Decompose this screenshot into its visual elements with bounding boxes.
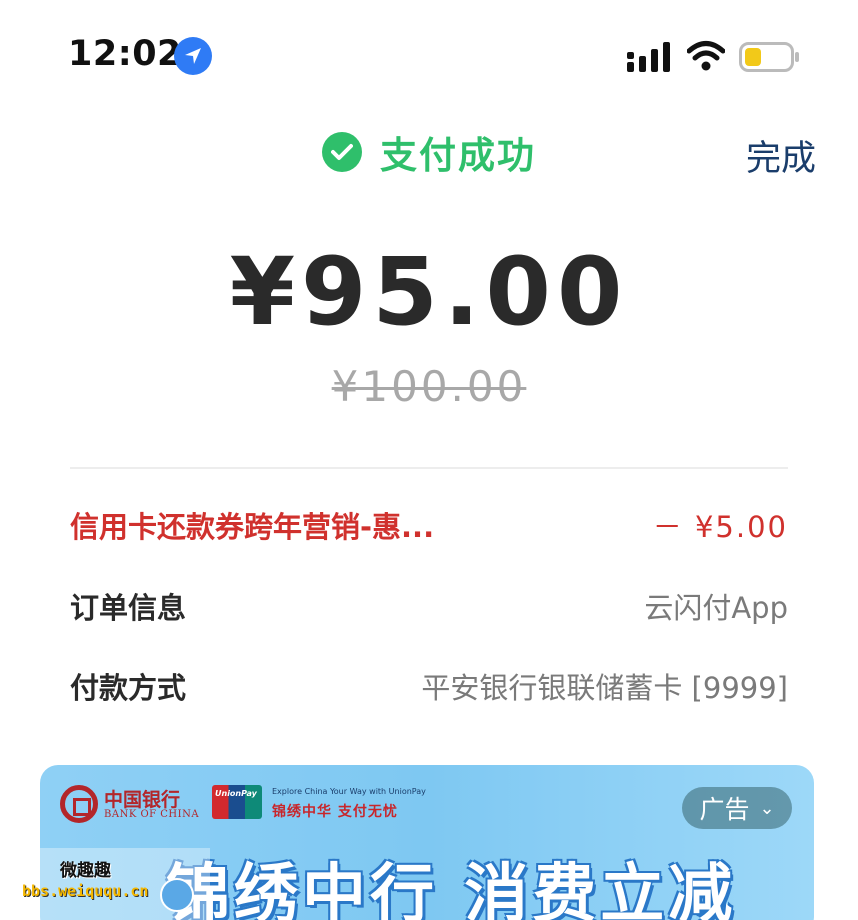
order-info-label: 订单信息 xyxy=(70,591,187,625)
battery-icon xyxy=(739,42,799,72)
ad-headline: 锦绣中行 消费立减 xyxy=(166,858,737,920)
payment-amount: ¥95.00 xyxy=(229,238,629,347)
bank-name: 中国银行 xyxy=(104,789,181,811)
promo-discount-value: － ¥5.00 xyxy=(652,510,788,544)
check-circle-icon xyxy=(322,132,362,172)
watermark-name: 微趣趣 xyxy=(60,861,111,881)
mascot-icon xyxy=(160,878,194,912)
chevron-down-icon: ⌄ xyxy=(759,797,775,819)
promo-row[interactable]: 信用卡还款券跨年营销-惠... － ¥5.00 xyxy=(70,503,788,547)
done-button[interactable]: 完成 xyxy=(746,130,816,181)
ad-tagline-cn: 锦绣中华 支付无忧 xyxy=(272,804,398,820)
bank-name-en: BANK OF CHINA xyxy=(104,809,200,820)
watermark-url: bbs.weiququ.cn xyxy=(22,882,149,900)
original-amount: ¥100.00 xyxy=(0,362,858,411)
location-arrow-icon xyxy=(174,37,212,75)
original-amount-text: ¥100.00 xyxy=(331,362,527,411)
unionpay-logo-icon: UnionPay xyxy=(212,785,262,819)
watermark: 微趣趣 bbs.weiququ.cn xyxy=(0,848,210,920)
ad-tagline-en: Explore China Your Way with UnionPay xyxy=(272,787,426,796)
payment-method-label: 付款方式 xyxy=(70,671,187,705)
payment-status: 支付成功 xyxy=(322,130,536,177)
payment-method-value: 平安银行银联储蓄卡 [9999] xyxy=(421,671,788,705)
wifi-icon xyxy=(687,41,725,71)
divider xyxy=(70,467,788,469)
order-info-row[interactable]: 订单信息 云闪付App xyxy=(70,584,788,628)
ad-tag-label: 广告 xyxy=(699,795,750,824)
payment-status-text: 支付成功 xyxy=(380,134,536,177)
status-bar: 12:02 xyxy=(0,0,858,112)
bank-of-china-logo-icon xyxy=(60,785,98,823)
ad-tag-button[interactable]: 广告 ⌄ xyxy=(682,787,792,829)
status-time: 12:02 xyxy=(68,34,182,74)
promo-label: 信用卡还款券跨年营销-惠... xyxy=(70,510,435,544)
order-info-value: 云闪付App xyxy=(644,591,788,625)
header: 支付成功 完成 xyxy=(0,112,858,192)
cellular-signal-icon xyxy=(627,42,670,72)
payment-method-row: 付款方式 平安银行银联储蓄卡 [9999] xyxy=(70,664,788,708)
